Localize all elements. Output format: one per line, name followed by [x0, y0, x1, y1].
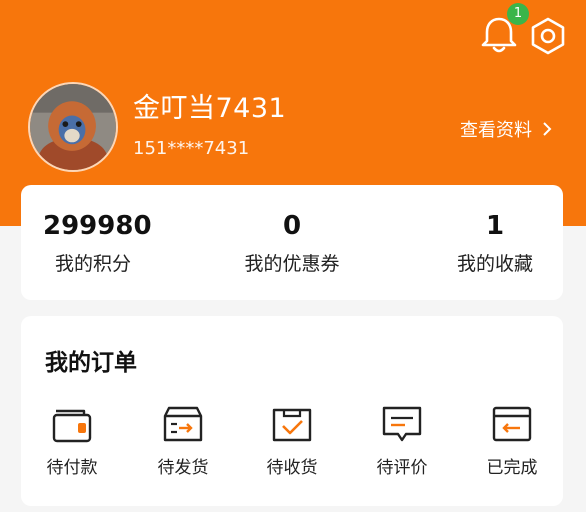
orders-card: 我的订单 待付款 待发货 待收货 待评价 已完成	[21, 316, 563, 506]
profile-page: 1 金叮当7431 151****7431 查看资料 299980 我的积分 0…	[0, 0, 586, 512]
order-label: 待付款	[46, 458, 98, 478]
stat-value: 1	[485, 211, 505, 241]
stat-label: 我的收藏	[456, 253, 533, 275]
stat-points[interactable]: 299980 我的积分	[43, 209, 152, 276]
orders-title: 我的订单	[45, 350, 137, 376]
stat-value: 0	[282, 211, 302, 241]
order-pending-payment[interactable]: 待付款	[32, 404, 112, 478]
view-profile-link[interactable]: 查看资料	[460, 116, 552, 142]
order-label: 已完成	[486, 458, 538, 478]
username: 金叮当7431	[133, 93, 287, 124]
order-completed[interactable]: 已完成	[472, 404, 552, 478]
avatar[interactable]	[28, 82, 118, 172]
gear-icon[interactable]	[528, 16, 568, 56]
order-pending-receipt[interactable]: 待收货	[252, 404, 332, 478]
wallet-icon	[52, 409, 92, 443]
stat-label: 我的积分	[54, 253, 131, 275]
order-label: 待发货	[157, 458, 209, 478]
phone-number: 151****7431	[133, 138, 250, 159]
notification-badge: 1	[507, 3, 529, 25]
box-check-icon	[272, 408, 312, 442]
stat-coupons[interactable]: 0 我的优惠券	[232, 209, 352, 276]
stats-card: 299980 我的积分 0 我的优惠券 1 我的收藏	[21, 185, 563, 300]
view-profile-label: 查看资料	[460, 120, 532, 141]
stat-label: 我的优惠券	[244, 253, 340, 275]
order-pending-shipment[interactable]: 待发货	[143, 404, 223, 478]
card-return-icon	[492, 406, 532, 442]
order-label: 待评价	[376, 458, 428, 478]
stat-favorites[interactable]: 1 我的收藏	[445, 209, 545, 276]
chevron-right-icon	[543, 122, 552, 136]
comment-icon	[382, 406, 422, 442]
order-pending-review[interactable]: 待评价	[362, 404, 442, 478]
order-label: 待收货	[266, 458, 318, 478]
box-arrow-icon	[163, 406, 203, 442]
stat-value: 299980	[43, 211, 152, 241]
